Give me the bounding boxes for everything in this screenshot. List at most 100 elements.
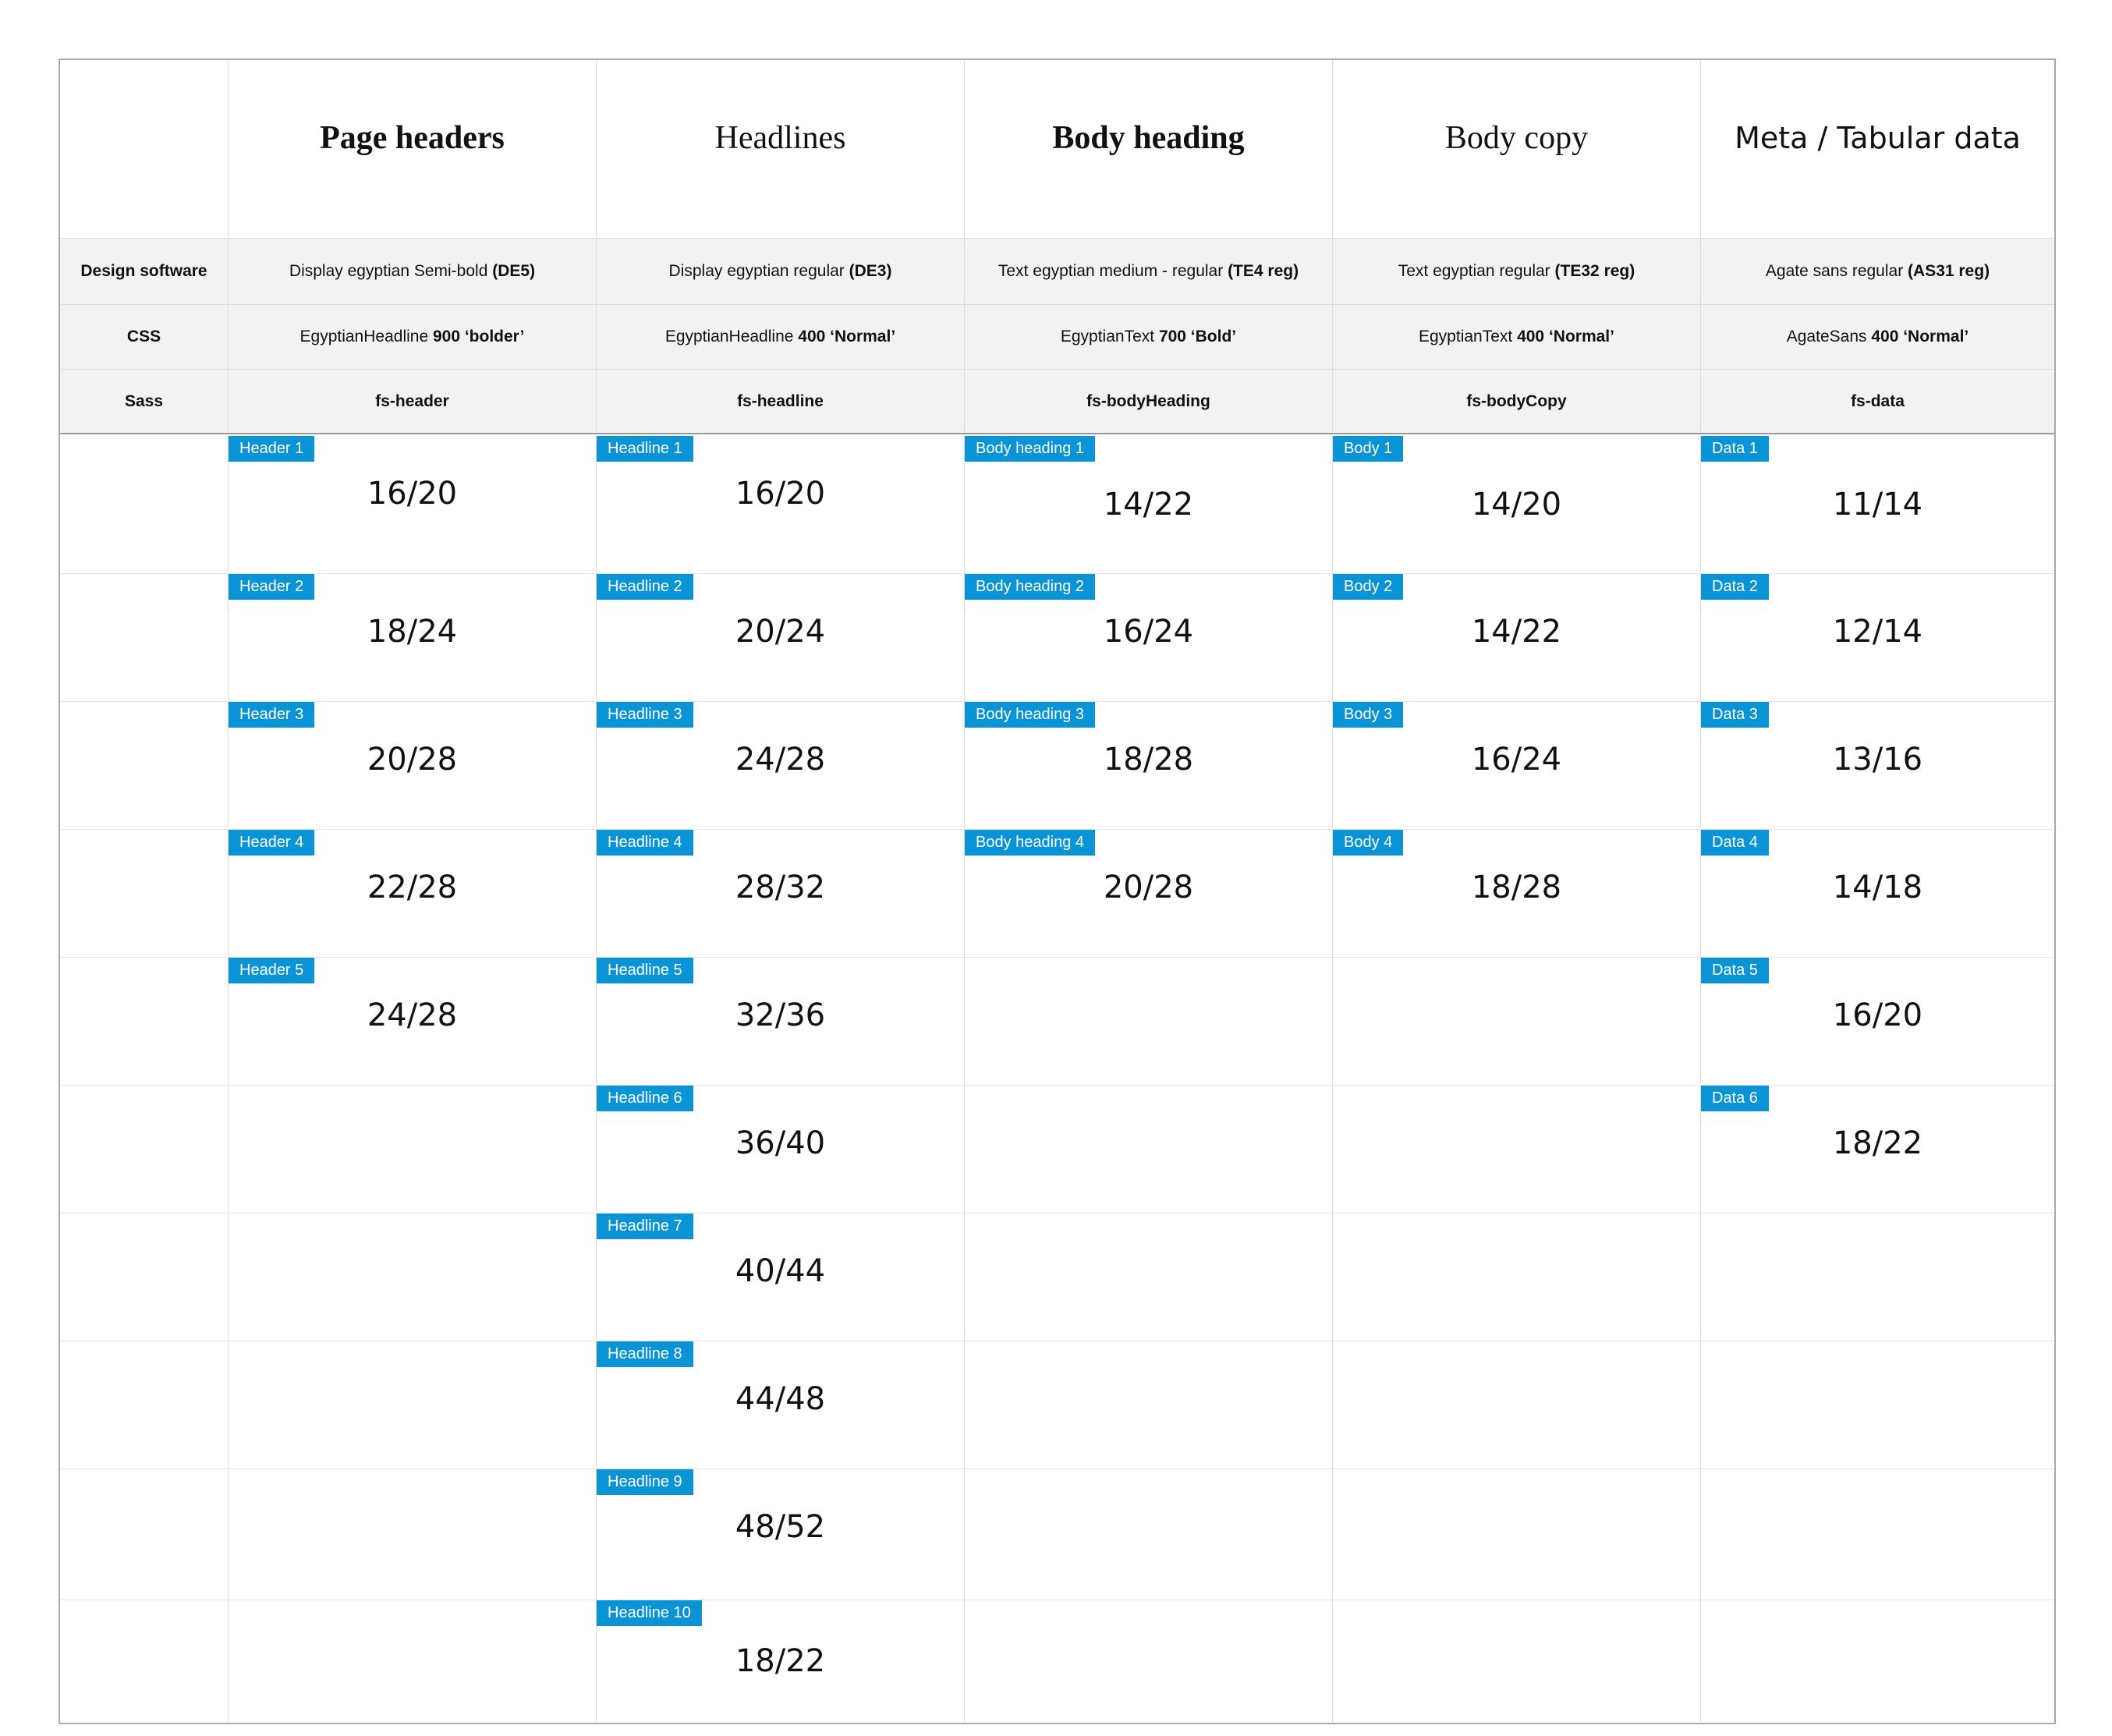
- info-text: fs-data: [1851, 391, 1905, 410]
- size-cell-body-heading: [964, 1213, 1332, 1341]
- column-header-row: Page headers Headlines Body heading Body…: [60, 60, 2054, 238]
- info-cell: Agate sans regular (AS31 reg): [1700, 239, 2054, 304]
- size-cell-meta-tabular: Data 2 12/14: [1700, 574, 2054, 701]
- size-cell-page-headers: [228, 1086, 596, 1213]
- style-tag: Headline 3: [597, 702, 693, 728]
- size-value: 40/44: [735, 1253, 826, 1289]
- info-text: EgyptianText 400 ‘Normal’: [1419, 328, 1614, 345]
- column-header-page-headers: Page headers: [228, 60, 596, 238]
- style-tag: Headline 2: [597, 574, 693, 600]
- row-label-cell: [60, 830, 228, 957]
- column-header-headlines: Headlines: [596, 60, 964, 238]
- size-value: 20/24: [735, 614, 826, 650]
- column-title: Page headers: [320, 120, 505, 156]
- size-value: 44/48: [735, 1381, 826, 1417]
- size-value: 12/14: [1832, 614, 1923, 650]
- info-text: fs-headline: [737, 391, 824, 410]
- style-tag: Headline 9: [597, 1469, 693, 1495]
- column-title: Body heading: [1052, 120, 1245, 156]
- size-cell-body-heading: [964, 1341, 1332, 1469]
- size-row: Header 1 16/20 Headline 1 16/20 Body heading…: [60, 436, 2054, 574]
- size-value: 16/24: [1471, 742, 1562, 778]
- size-cell-body-copy: [1332, 1341, 1700, 1469]
- size-cell-body-copy: Body 2 14/22: [1332, 574, 1700, 701]
- info-cell: Text egyptian regular (TE32 reg): [1332, 239, 1700, 304]
- info-text: Text egyptian regular (TE32 reg): [1398, 262, 1635, 280]
- style-tag: Body 1: [1333, 436, 1404, 462]
- info-cell: EgyptianHeadline 400 ‘Normal’: [596, 305, 964, 369]
- size-cell-meta-tabular: Data 1 11/14: [1700, 436, 2054, 573]
- style-tag: Headline 6: [597, 1086, 693, 1111]
- size-cell-body-copy: [1332, 958, 1700, 1085]
- size-value: 32/36: [735, 997, 826, 1033]
- size-value: 14/22: [1471, 614, 1562, 650]
- style-tag: Data 6: [1701, 1086, 1769, 1111]
- size-cell-page-headers: Header 4 22/28: [228, 830, 596, 957]
- style-tag: Data 4: [1701, 830, 1769, 856]
- size-value: 18/22: [735, 1643, 826, 1679]
- style-tag: Header 3: [229, 702, 315, 728]
- size-value: 22/28: [367, 870, 458, 905]
- size-cell-page-headers: [228, 1600, 596, 1723]
- size-cell-meta-tabular: [1700, 1600, 2054, 1723]
- row-label-cell: Sass: [60, 370, 228, 433]
- style-tag: Header 1: [229, 436, 315, 462]
- style-tag: Headline 1: [597, 436, 693, 462]
- row-label: Design software: [80, 262, 207, 280]
- size-row: Headline 10 18/22: [60, 1600, 2054, 1723]
- size-row: Headline 9 48/52: [60, 1469, 2054, 1600]
- size-row: Header 3 20/28 Headline 3 24/28 Body heading…: [60, 702, 2054, 830]
- size-row: Header 5 24/28 Headline 5 32/36 Data 5 16/20: [60, 958, 2054, 1086]
- corner-cell: [60, 60, 228, 238]
- size-value: 13/16: [1832, 742, 1923, 778]
- size-cell-body-heading: [964, 1086, 1332, 1213]
- style-tag: Data 5: [1701, 958, 1769, 983]
- size-cell-headlines: Headline 1 16/20: [596, 436, 964, 573]
- size-cell-headlines: Headline 6 36/40: [596, 1086, 964, 1213]
- column-title: Body copy: [1444, 120, 1589, 156]
- style-tag: Data 3: [1701, 702, 1769, 728]
- row-label-cell: [60, 574, 228, 701]
- size-row: Headline 6 36/40 Data 6 18/22: [60, 1086, 2054, 1213]
- info-text: fs-header: [375, 391, 449, 410]
- row-label-cell: [60, 1341, 228, 1469]
- size-cell-page-headers: [228, 1469, 596, 1600]
- size-cell-page-headers: [228, 1213, 596, 1341]
- row-label-cell: [60, 1469, 228, 1600]
- style-tag: Body heading 4: [965, 830, 1096, 856]
- size-cell-body-heading: [964, 1600, 1332, 1723]
- column-title: Headlines: [714, 120, 846, 156]
- info-cell: EgyptianText 400 ‘Normal’: [1332, 305, 1700, 369]
- style-tag: Body heading 1: [965, 436, 1096, 462]
- size-value: 24/28: [735, 742, 826, 778]
- info-text: EgyptianHeadline 900 ‘bolder’: [299, 328, 525, 345]
- size-cell-meta-tabular: [1700, 1213, 2054, 1341]
- size-cell-body-copy: Body 3 16/24: [1332, 702, 1700, 829]
- size-cell-meta-tabular: [1700, 1341, 2054, 1469]
- size-cell-body-copy: [1332, 1600, 1700, 1723]
- size-row: Header 4 22/28 Headline 4 28/32 Body heading…: [60, 830, 2054, 958]
- typography-scale-table: Page headers Headlines Body heading Body…: [58, 58, 2056, 1724]
- size-row: Header 2 18/24 Headline 2 20/24 Body heading…: [60, 574, 2054, 702]
- size-cell-headlines: Headline 8 44/48: [596, 1341, 964, 1469]
- size-cell-meta-tabular: [1700, 1469, 2054, 1600]
- info-cell: EgyptianHeadline 900 ‘bolder’: [228, 305, 596, 369]
- size-cell-body-heading: [964, 958, 1332, 1085]
- size-value: 18/22: [1832, 1125, 1923, 1161]
- column-header-meta-tabular: Meta / Tabular data: [1700, 60, 2054, 238]
- size-cell-body-copy: [1332, 1213, 1700, 1341]
- row-label-cell: [60, 958, 228, 1085]
- size-cell-body-heading: Body heading 2 16/24: [964, 574, 1332, 701]
- size-cell-meta-tabular: Data 6 18/22: [1700, 1086, 2054, 1213]
- size-cell-body-copy: Body 1 14/20: [1332, 436, 1700, 573]
- style-tag: Body 4: [1333, 830, 1404, 856]
- size-value: 14/18: [1832, 870, 1923, 905]
- style-tag: Body 2: [1333, 574, 1404, 600]
- size-cell-body-heading: Body heading 4 20/28: [964, 830, 1332, 957]
- size-value: 11/14: [1832, 487, 1923, 523]
- info-text: fs-bodyCopy: [1466, 391, 1567, 410]
- size-cell-body-copy: [1332, 1086, 1700, 1213]
- size-value: 16/20: [367, 476, 458, 512]
- size-cell-page-headers: Header 2 18/24: [228, 574, 596, 701]
- style-tag: Data 2: [1701, 574, 1769, 600]
